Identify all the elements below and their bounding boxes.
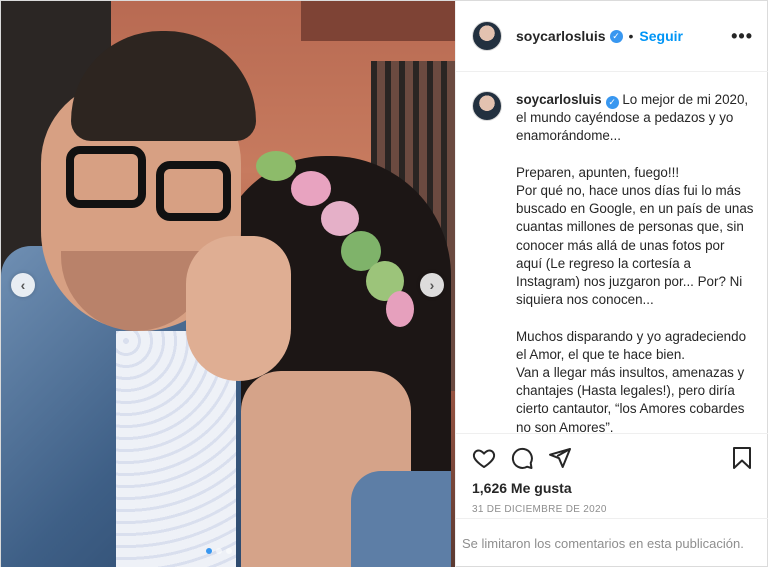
bookmark-icon[interactable] (730, 446, 754, 470)
instagram-post-modal: ‹ › soycarlosluis ✓ • Seguir ••• soycarl… (0, 0, 768, 567)
heart-icon[interactable] (472, 446, 496, 470)
more-options-icon[interactable]: ••• (731, 26, 753, 47)
photo-flower-crown (386, 291, 414, 327)
photo-woman-face (186, 236, 291, 381)
carousel-dot (206, 548, 212, 554)
caption-avatar[interactable] (472, 91, 502, 121)
follow-button[interactable]: Seguir (639, 28, 683, 44)
caption-area: soycarlosluis ✓ Lo mejor de mi 2020, el m… (456, 73, 768, 433)
carousel-prev-button[interactable]: ‹ (11, 273, 35, 297)
caption-username-link[interactable]: soycarlosluis (516, 92, 602, 107)
post-actions: 1,626 Me gusta 31 DE DICIEMBRE DE 2020 (456, 433, 768, 515)
post-header: soycarlosluis ✓ • Seguir ••• (456, 1, 768, 72)
separator-dot: • (628, 28, 634, 44)
photo-flower-crown (291, 171, 331, 206)
post-details-panel: soycarlosluis ✓ • Seguir ••• soycarloslu… (455, 1, 768, 567)
post-date: 31 DE DICIEMBRE DE 2020 (472, 504, 607, 515)
photo-flower-crown (256, 151, 296, 181)
carousel-dots (206, 548, 232, 554)
carousel-dot (226, 548, 232, 554)
comments-limited-notice: Se limitaron los comentarios en esta pub… (456, 518, 768, 567)
photo-flower-crown (321, 201, 359, 236)
post-caption: soycarlosluis ✓ Lo mejor de mi 2020, el m… (516, 91, 754, 433)
photo-man-glasses-right (156, 161, 231, 221)
verified-icon: ✓ (609, 29, 623, 43)
header-username-link[interactable]: soycarlosluis (516, 28, 606, 44)
likes-count-link[interactable]: 1,626 Me gusta (472, 480, 754, 496)
caption-text: Lo mejor de mi 2020, el mundo cayéndose … (516, 92, 754, 433)
action-icons-row (472, 444, 754, 472)
carousel-next-button[interactable]: › (420, 273, 444, 297)
photo-woman-overall-strap (351, 471, 451, 567)
carousel-dot (216, 548, 222, 554)
verified-icon: ✓ (605, 95, 619, 109)
post-photo: ‹ › (1, 1, 455, 567)
photo-man-glasses-left (66, 146, 146, 208)
photo-background-eave (301, 1, 455, 41)
share-icon[interactable] (548, 446, 572, 470)
avatar[interactable] (472, 21, 502, 51)
comment-icon[interactable] (510, 446, 534, 470)
